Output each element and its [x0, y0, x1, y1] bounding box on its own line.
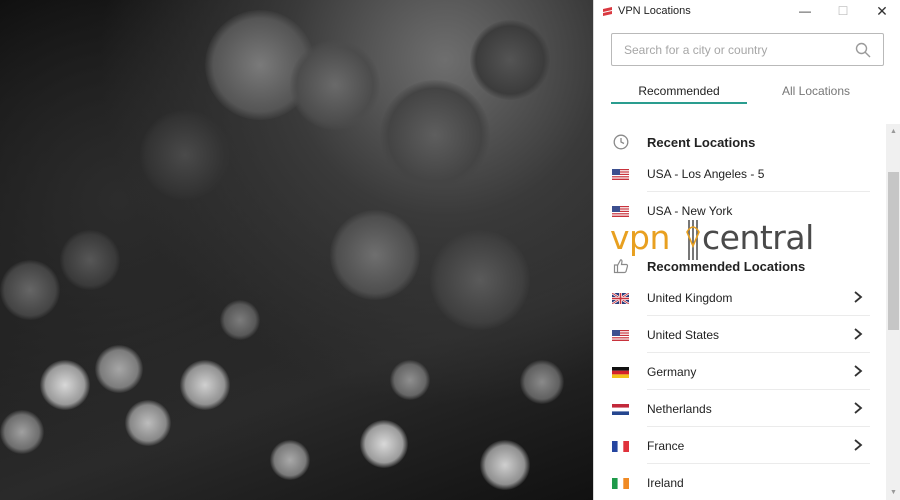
search-icon[interactable] — [855, 42, 871, 58]
location-label: United States — [647, 328, 720, 342]
recent-location-row[interactable]: USA - New York — [594, 193, 886, 229]
scroll-down-arrow-icon[interactable]: ▼ — [890, 489, 897, 496]
location-row-united-states[interactable]: United States — [594, 317, 886, 353]
clock-icon — [613, 134, 629, 150]
search-input[interactable] — [612, 34, 852, 65]
location-row-ireland[interactable]: Ireland — [594, 465, 886, 500]
recent-location-label: USA - Los Angeles - 5 — [647, 167, 765, 181]
nl-flag-icon — [612, 404, 629, 415]
location-row-france[interactable]: France — [594, 428, 886, 464]
scroll-up-arrow-icon[interactable]: ▲ — [890, 128, 897, 135]
chevron-right-icon[interactable] — [852, 438, 864, 452]
row-divider — [647, 352, 870, 353]
recent-location-label: USA - New York — [647, 204, 733, 218]
recent-locations-title: Recent Locations — [647, 135, 756, 150]
active-tab-indicator — [611, 102, 747, 104]
recent-location-row[interactable]: USA - Los Angeles - 5 — [594, 156, 886, 192]
fr-flag-icon — [612, 441, 629, 452]
minimize-button[interactable]: — — [796, 3, 814, 19]
location-label: Netherlands — [647, 402, 712, 416]
location-label: United Kingdom — [647, 291, 733, 305]
location-label: France — [647, 439, 685, 453]
recommended-locations-header: Recommended Locations — [594, 250, 886, 282]
maximize-button[interactable]: ☐ — [834, 3, 852, 19]
scrollbar-thumb[interactable] — [888, 172, 899, 330]
recent-locations-header: Recent Locations — [594, 126, 886, 158]
location-label: Ireland — [647, 476, 684, 490]
thumbs-up-icon — [613, 259, 629, 274]
window-title: VPN Locations — [618, 5, 691, 17]
row-divider — [647, 426, 870, 427]
uk-flag-icon — [612, 293, 629, 304]
location-row-netherlands[interactable]: Netherlands — [594, 391, 886, 427]
desktop-wallpaper — [0, 0, 593, 500]
locations-list: Recent Locations USA - Los Angeles - 5 U… — [594, 124, 886, 500]
de-flag-icon — [612, 367, 629, 378]
search-box — [611, 33, 884, 66]
vpn-locations-window: VPN Locations — ☐ ✕ Recommended All Loca… — [593, 0, 900, 500]
location-label: Germany — [647, 365, 697, 379]
us-flag-icon — [612, 330, 629, 341]
chevron-right-icon[interactable] — [852, 327, 864, 341]
vpn-logo-icon — [603, 7, 612, 16]
row-divider — [647, 463, 870, 464]
recommended-locations-title: Recommended Locations — [647, 259, 806, 274]
ie-flag-icon — [612, 478, 629, 489]
tab-all-locations[interactable]: All Locations — [748, 84, 884, 104]
scrollbar[interactable]: ▲ ▼ — [886, 124, 900, 500]
chevron-right-icon[interactable] — [852, 290, 864, 304]
row-divider — [647, 389, 870, 390]
us-flag-icon — [612, 206, 629, 217]
chevron-right-icon[interactable] — [852, 364, 864, 378]
row-divider — [647, 315, 870, 316]
us-flag-icon — [612, 169, 629, 180]
row-divider — [647, 191, 870, 192]
chevron-right-icon[interactable] — [852, 401, 864, 415]
location-row-germany[interactable]: Germany — [594, 354, 886, 390]
close-button[interactable]: ✕ — [873, 3, 891, 19]
title-bar[interactable]: VPN Locations — ☐ ✕ — [594, 0, 900, 24]
location-row-united-kingdom[interactable]: United Kingdom — [594, 280, 886, 316]
tab-recommended[interactable]: Recommended — [611, 84, 747, 104]
